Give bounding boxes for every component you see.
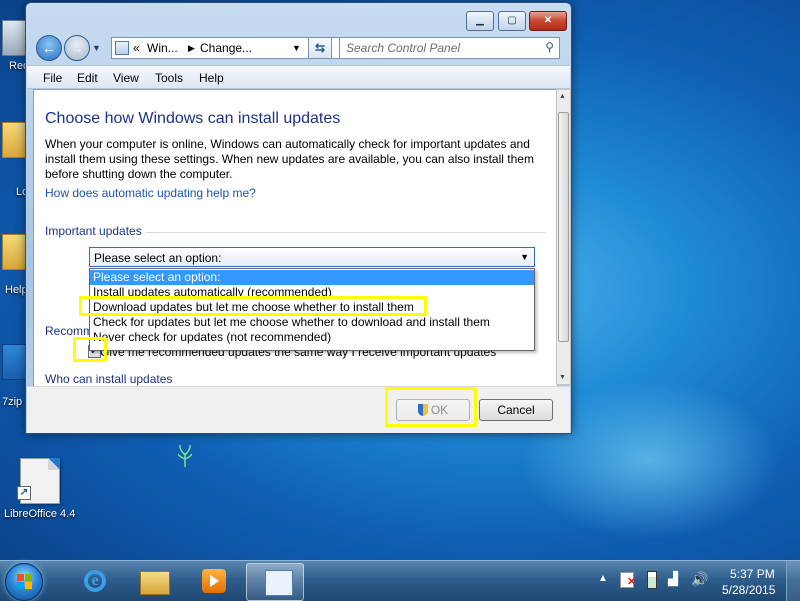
important-updates-dropdown[interactable]: Please select an option: ▼ [89, 247, 535, 267]
media-player-icon [202, 569, 226, 593]
desktop-icon-label: LibreOffice 4.4 [4, 508, 76, 520]
highlight-ok-button [385, 387, 477, 427]
page-description: When your computer is online, Windows ca… [45, 137, 534, 181]
control-panel-icon [265, 570, 293, 596]
dropdown-option[interactable]: Never check for updates (not recommended… [90, 330, 534, 345]
menu-edit[interactable]: Edit [77, 71, 98, 85]
breadcrumb-arrow-icon[interactable]: ▶ [188, 43, 195, 54]
taskbar-windows-explorer[interactable] [122, 563, 178, 599]
show-hidden-icons[interactable]: ▲ [598, 573, 608, 584]
cancel-button[interactable]: Cancel [479, 399, 553, 421]
archive-icon [2, 344, 26, 380]
maximize-button[interactable]: ▢ [498, 11, 526, 31]
internet-explorer-icon: e [84, 570, 106, 592]
recommended-updates-heading: Recomm [45, 324, 94, 338]
search-icon[interactable]: ⚲ [545, 40, 554, 54]
show-desktop-button[interactable] [786, 561, 800, 601]
taskbar-internet-explorer[interactable]: e [62, 563, 118, 599]
windows-logo-icon [17, 574, 24, 581]
scrollbar-thumb[interactable] [558, 112, 569, 342]
menu-tools[interactable]: Tools [155, 71, 183, 85]
scroll-up-icon[interactable]: ▲ [559, 93, 566, 100]
content-pane: Choose how Windows can install updates W… [33, 89, 558, 387]
menu-bar: File Edit View Tools Help [27, 65, 570, 89]
breadcrumb-chevron-icon: « [133, 41, 140, 55]
back-button[interactable]: ← [36, 35, 62, 61]
dropdown-option[interactable]: Please select an option: [90, 270, 534, 285]
shortcut-arrow-icon: ↗ [17, 486, 31, 500]
start-button[interactable] [5, 563, 43, 601]
help-link[interactable]: How does automatic updating help me? [45, 186, 256, 200]
menu-file[interactable]: File [43, 71, 62, 85]
minimize-button[interactable]: ▁ [466, 11, 494, 31]
folder-icon [2, 234, 26, 270]
clock-date[interactable]: 5/28/2015 [722, 583, 775, 597]
clock-time[interactable]: 5:37 PM [730, 567, 775, 581]
recent-pages-icon[interactable]: ▼ [92, 43, 101, 53]
battery-icon[interactable] [647, 571, 657, 589]
section-divider [146, 232, 546, 233]
control-panel-icon [115, 41, 129, 55]
scroll-down-icon[interactable]: ▼ [559, 374, 566, 381]
folder-icon [140, 571, 170, 595]
highlight-download-option [79, 296, 427, 316]
close-button[interactable]: ✕ [529, 11, 567, 31]
wallpaper-sprout [178, 445, 192, 467]
forward-button[interactable]: → [64, 35, 90, 61]
breadcrumb-item[interactable]: Win... [147, 41, 178, 55]
windows-logo-icon [25, 574, 32, 581]
vertical-scrollbar[interactable]: ▲ ▼ [556, 89, 571, 385]
action-center-alert-icon: ✕ [627, 576, 637, 588]
windows-logo-icon [25, 582, 32, 589]
highlight-checkbox [73, 337, 107, 362]
volume-icon[interactable]: 🔊 [691, 571, 708, 588]
windows-update-window: ▁ ▢ ✕ ← → ▼ « Win... ▶ Change... ▼ ⇆ Sea… [25, 2, 572, 434]
windows-logo-icon [17, 582, 24, 589]
menu-view[interactable]: View [113, 71, 139, 85]
breadcrumb-item[interactable]: Change... [200, 41, 252, 55]
refresh-button[interactable]: ⇆ [308, 37, 332, 59]
taskbar: e ▲ ✕ ▟ 🔊 5:37 PM 5/28/2015 [0, 560, 800, 601]
taskbar-control-panel[interactable] [246, 563, 304, 601]
dropdown-option[interactable]: Check for updates but let me choose whet… [90, 315, 534, 330]
search-input[interactable]: Search Control Panel ⚲ [339, 37, 560, 59]
chevron-down-icon: ▼ [520, 252, 529, 262]
dropdown-selected-value: Please select an option: [94, 251, 222, 265]
menu-help[interactable]: Help [199, 71, 224, 85]
search-placeholder: Search Control Panel [346, 41, 461, 55]
desktop-icon-label: 7zip [2, 396, 23, 408]
page-title: Choose how Windows can install updates [45, 110, 341, 127]
recycle-bin-icon [2, 20, 26, 56]
address-dropdown-icon[interactable]: ▼ [292, 43, 301, 53]
dialog-footer: OK Cancel [27, 386, 570, 433]
important-updates-heading: Important updates [45, 224, 142, 238]
folder-icon [2, 122, 26, 158]
who-can-install-heading: Who can install updates [45, 372, 173, 386]
network-icon[interactable]: ▟ [668, 571, 678, 587]
taskbar-media-player[interactable] [182, 563, 238, 599]
